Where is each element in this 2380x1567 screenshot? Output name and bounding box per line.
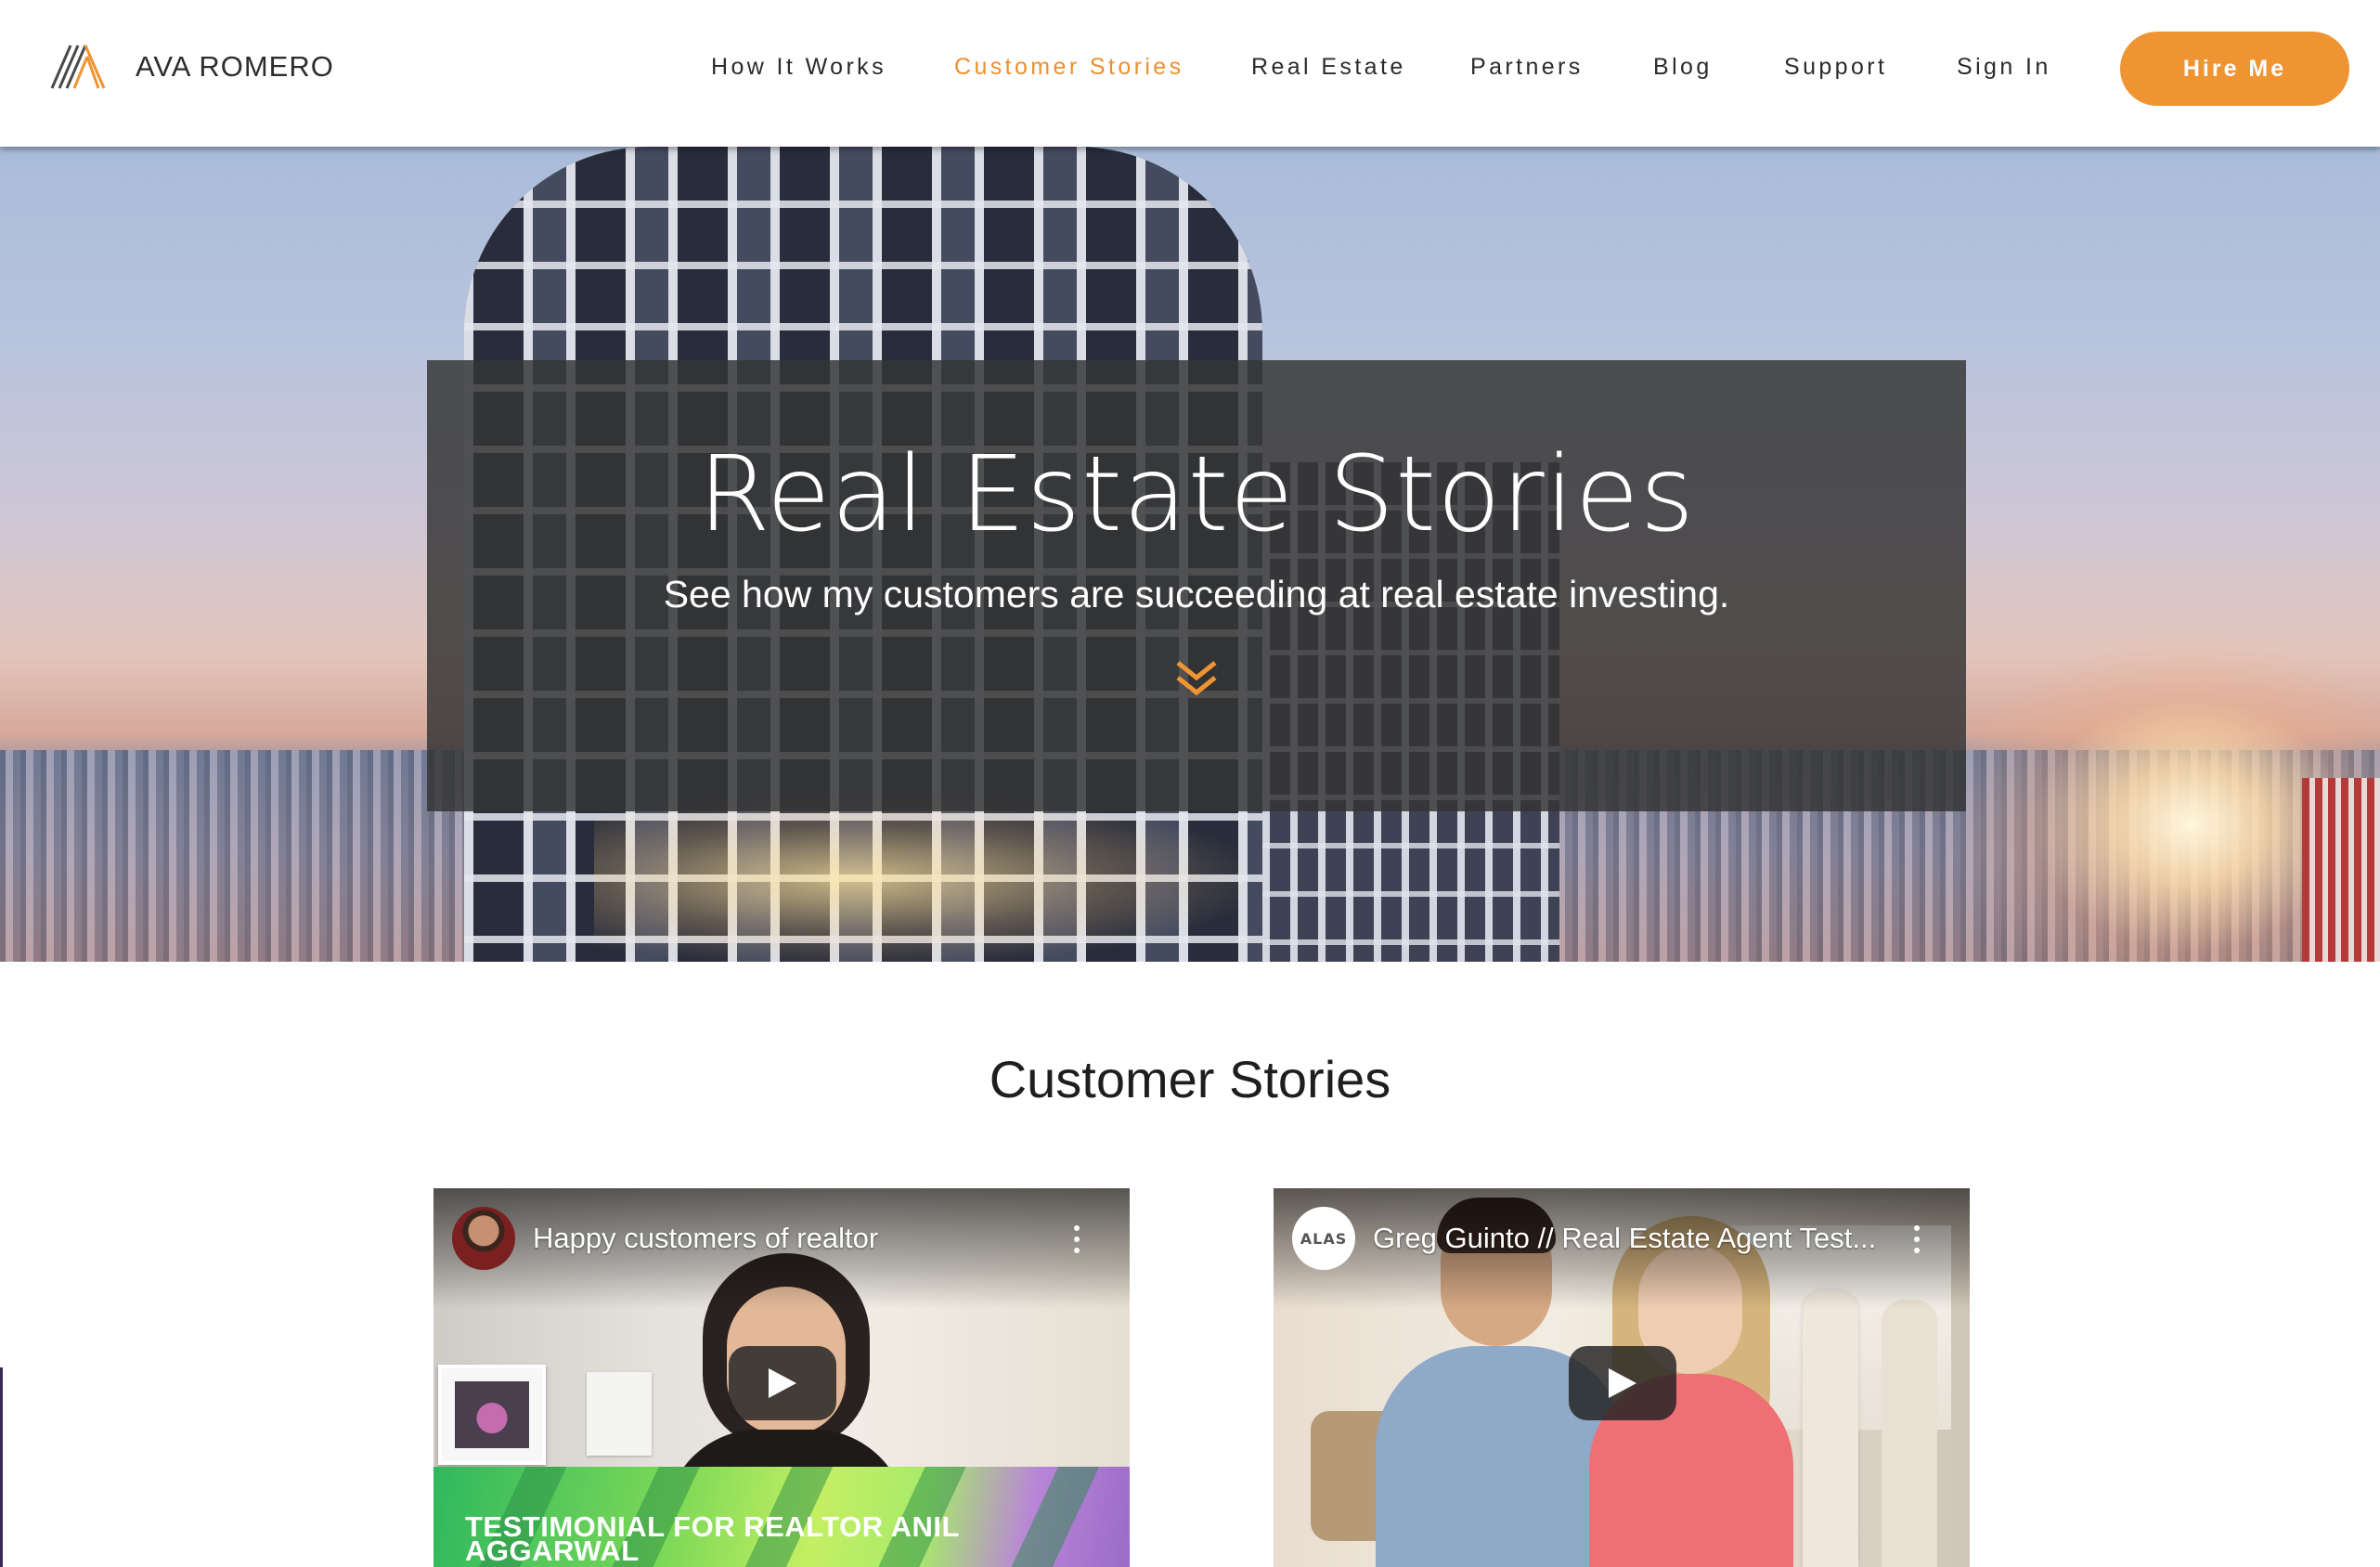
nav-how-it-works[interactable]: How It Works [711, 54, 886, 81]
nav-partners[interactable]: Partners [1470, 54, 1584, 81]
play-icon [769, 1368, 796, 1398]
hero-banner: Real Estate Stories See how my customers… [0, 147, 2380, 962]
hire-me-button[interactable]: Hire Me [2120, 32, 2349, 106]
nav-support[interactable]: Support [1784, 54, 1887, 81]
hero-overlay-panel: Real Estate Stories See how my customers… [427, 360, 1966, 811]
page-edge-marker [0, 1367, 3, 1567]
hero-window-lights [594, 796, 1244, 962]
play-button[interactable] [1569, 1346, 1676, 1420]
hero-subtitle: See how my customers are succeeding at r… [663, 573, 1730, 615]
video-player-greg-guinto[interactable]: ALAS Greg Guinto // Real Estate Agent Te… [1274, 1188, 1970, 1567]
play-icon [1609, 1368, 1636, 1398]
channel-avatar[interactable] [452, 1207, 515, 1270]
video-title[interactable]: Greg Guinto // Real Estate Agent Test... [1373, 1222, 1893, 1255]
channel-logo[interactable]: ALAS [1292, 1207, 1355, 1270]
thumbnail-whiteboard [587, 1372, 652, 1456]
double-chevron-down-icon[interactable] [1172, 657, 1221, 700]
page-title: Real Estate Stories [697, 434, 1696, 555]
nav-customer-stories[interactable]: Customer Stories [954, 54, 1184, 81]
play-button[interactable] [729, 1346, 836, 1420]
thumbnail-chair [1882, 1300, 1937, 1567]
more-vert-icon[interactable] [1912, 1225, 1921, 1253]
video-caption: TESTIMONIAL FOR REALTOR ANIL AGGARWAL [465, 1510, 960, 1567]
more-vert-icon[interactable] [1072, 1225, 1081, 1253]
hero-distant-tower [2302, 778, 2380, 962]
site-header: AVA ROMERO How It Works Customer Stories… [0, 0, 2380, 147]
customer-stories-heading: Customer Stories [989, 1050, 1391, 1108]
nav-blog[interactable]: Blog [1653, 54, 1713, 81]
main-nav: How It Works Customer Stories Real Estat… [0, 0, 2380, 137]
nav-real-estate[interactable]: Real Estate [1251, 54, 1406, 81]
video-title[interactable]: Happy customers of realtor [533, 1222, 1053, 1255]
nav-sign-in[interactable]: Sign In [1957, 54, 2051, 81]
thumbnail-chair [1803, 1290, 1858, 1567]
video-player-happy-customers[interactable]: TESTIMONIAL FOR REALTOR ANIL AGGARWAL Ha… [433, 1188, 1130, 1567]
thumbnail-lotus-frame [438, 1365, 546, 1465]
